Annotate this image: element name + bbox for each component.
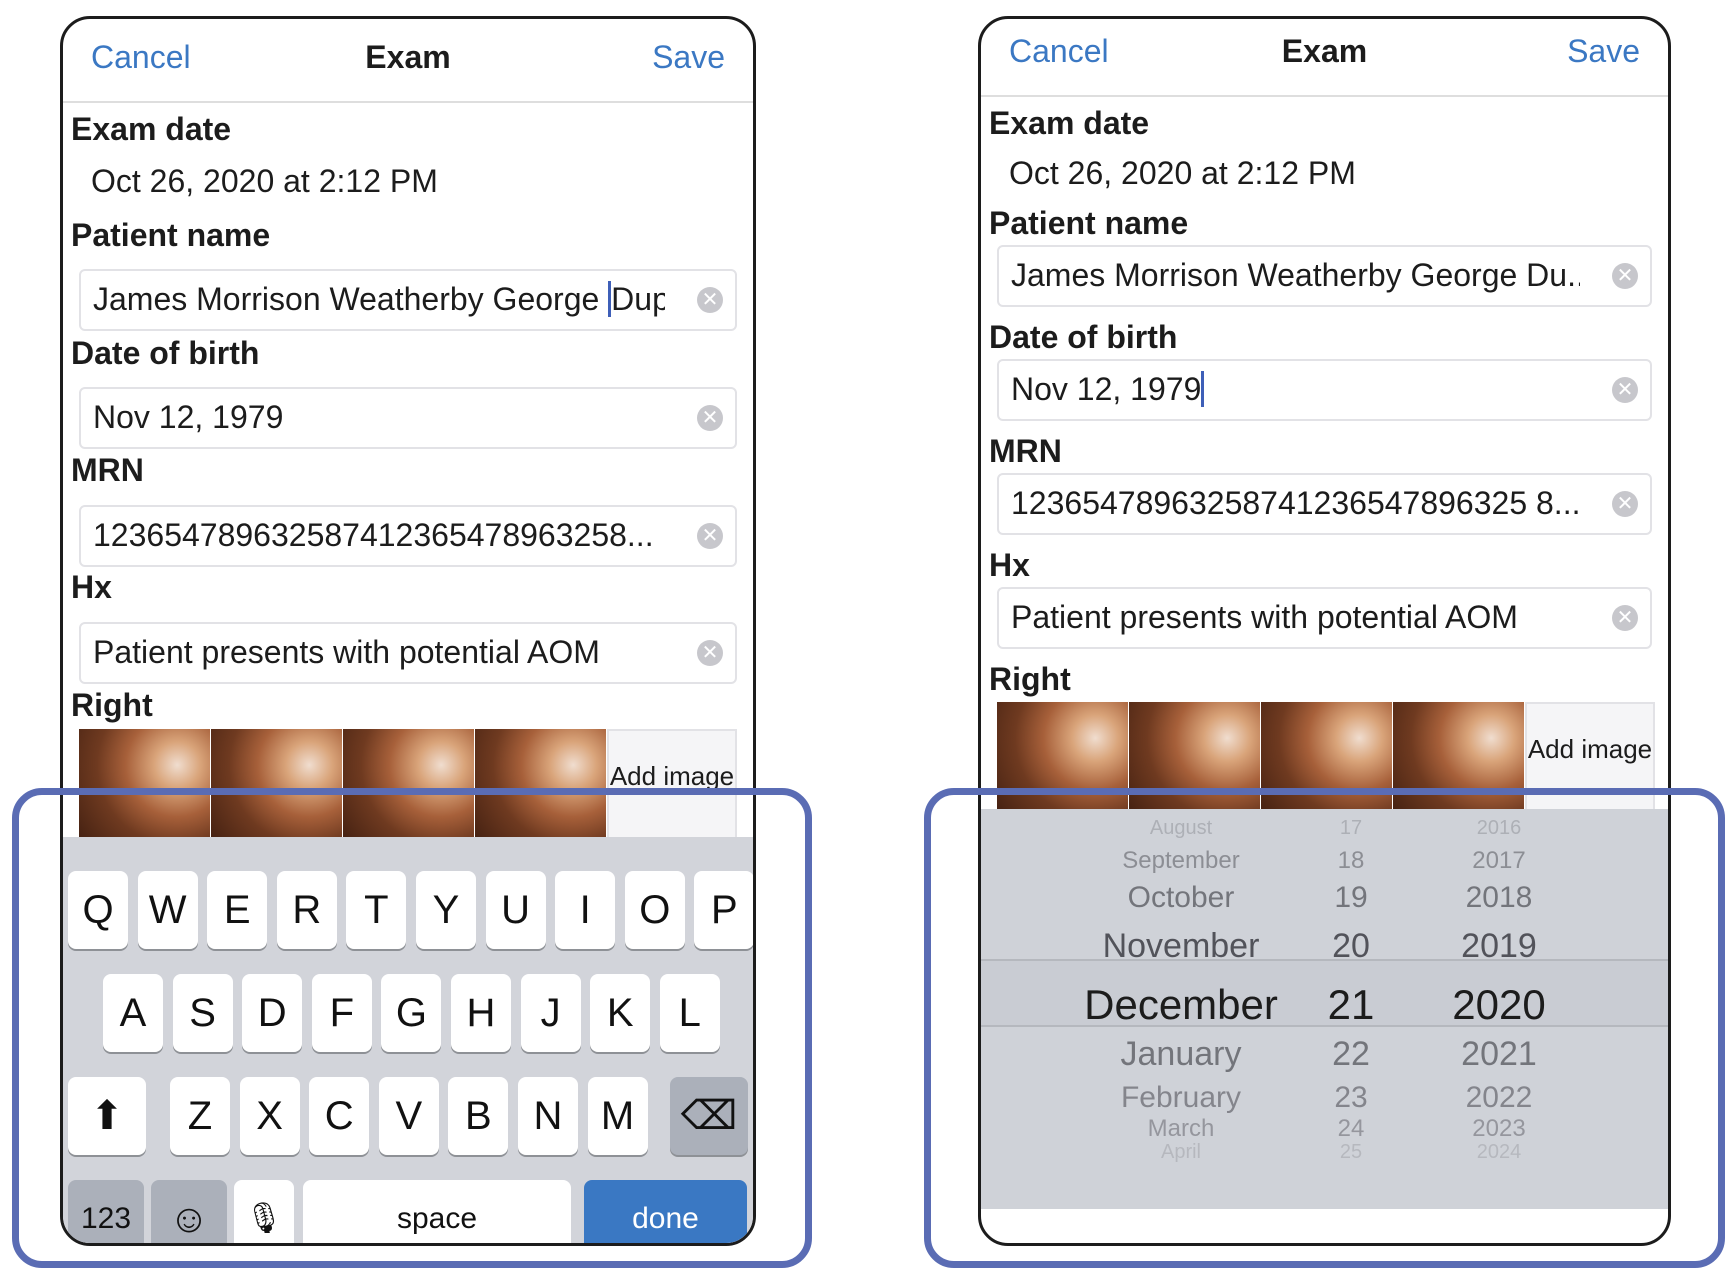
clear-icon[interactable]: ✕ [697, 287, 723, 313]
patient-name-text: James Morrison Weatherby George [93, 281, 609, 317]
right-ear-label: Right [71, 687, 153, 723]
clear-icon[interactable]: ✕ [1612, 377, 1638, 403]
hx-label: Hx [989, 547, 1030, 583]
page-title: Exam [365, 39, 451, 75]
exam-date-label: Exam date [989, 105, 1150, 141]
clear-icon[interactable]: ✕ [697, 640, 723, 666]
mrn-field[interactable]: 123654789632587412365478963258... ✕ [79, 505, 737, 567]
exam-date-value[interactable]: Oct 26, 2020 at 2:12 PM [91, 163, 438, 200]
hx-field[interactable]: Patient presents with potential AOM ✕ [79, 622, 737, 684]
nav-bar: Cancel Exam Save [63, 19, 753, 103]
patient-name-text: James Morrison Weatherby George Du... [1011, 257, 1580, 293]
patient-name-text-after-cursor: Dupre [611, 281, 665, 317]
hx-text: Patient presents with potential AOM [93, 634, 600, 670]
clear-icon[interactable]: ✕ [697, 523, 723, 549]
dob-label: Date of birth [71, 335, 260, 371]
clear-icon[interactable]: ✕ [1612, 491, 1638, 517]
mrn-text: 123654789632587412365478963258... [93, 517, 654, 553]
page-title: Exam [1281, 33, 1368, 69]
hx-text: Patient presents with potential AOM [1011, 599, 1518, 635]
clear-icon[interactable]: ✕ [1612, 263, 1638, 289]
exam-date-label: Exam date [71, 111, 232, 147]
picker-highlight-outline [924, 788, 1725, 1268]
save-button[interactable]: Save [1567, 33, 1640, 70]
mrn-label: MRN [71, 452, 144, 488]
dob-label: Date of birth [989, 319, 1178, 355]
clear-icon[interactable]: ✕ [1612, 605, 1638, 631]
exam-date-value[interactable]: Oct 26, 2020 at 2:12 PM [1009, 155, 1356, 192]
patient-name-field[interactable]: James Morrison Weatherby George Dupre ✕ [79, 269, 737, 331]
mrn-text: 12365478963258741236547896325 8... [1011, 485, 1580, 521]
text-cursor [1201, 371, 1205, 407]
keyboard-highlight-outline [12, 788, 812, 1268]
right-ear-label: Right [989, 661, 1071, 697]
patient-name-label: Patient name [71, 217, 271, 253]
dob-text: Nov 12, 1979 [1011, 371, 1202, 407]
mrn-field[interactable]: 12365478963258741236547896325 8... ✕ [997, 473, 1652, 535]
hx-label: Hx [71, 569, 112, 605]
clear-icon[interactable]: ✕ [697, 405, 723, 431]
mrn-label: MRN [989, 433, 1062, 469]
dob-field[interactable]: Nov 12, 1979 ✕ [997, 359, 1652, 421]
patient-name-field[interactable]: James Morrison Weatherby George Du... ✕ [997, 245, 1652, 307]
patient-name-label: Patient name [989, 205, 1189, 241]
nav-bar: Cancel Exam Save [981, 19, 1668, 97]
dob-text: Nov 12, 1979 [93, 399, 284, 435]
hx-field[interactable]: Patient presents with potential AOM ✕ [997, 587, 1652, 649]
save-button[interactable]: Save [652, 39, 725, 76]
dob-field[interactable]: Nov 12, 1979 ✕ [79, 387, 737, 449]
